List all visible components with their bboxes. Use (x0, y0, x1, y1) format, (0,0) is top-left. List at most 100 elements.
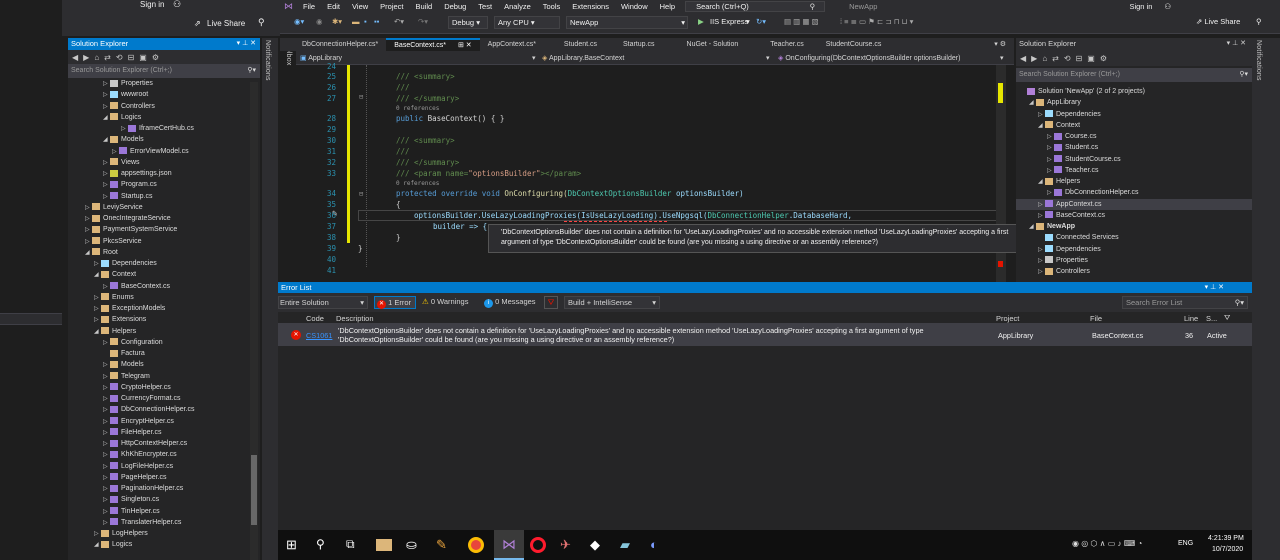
run-button[interactable]: IIS Express (710, 17, 748, 26)
left-tree-item[interactable]: ▷ ExceptionModels (68, 303, 260, 314)
show-all-icon[interactable]: ▣ (1087, 54, 1095, 63)
right-tree-item[interactable]: ▷ BaseContext.cs (1016, 210, 1252, 221)
left-tree-item[interactable]: ◢ Root (68, 247, 260, 258)
collapse-icon[interactable]: ⊟ (128, 53, 135, 62)
new-item-icon[interactable]: ✱▾ (332, 17, 342, 26)
history-icon[interactable]: ⟲ (116, 53, 123, 62)
nav-project-dropdown-icon[interactable]: ▾ (532, 54, 536, 62)
expanded-arrow-icon[interactable]: ◢ (94, 540, 101, 551)
right-tree-item[interactable]: ▷ Course.cs (1016, 131, 1252, 142)
app-icon[interactable]: ✈ (560, 537, 576, 553)
run-icon[interactable]: ▶ (698, 17, 704, 26)
left-tree-item[interactable]: ▷ Configuration (68, 337, 260, 348)
live-share-icon[interactable]: ⇗ (194, 19, 201, 28)
left-tree-item[interactable]: ▷ ErrorViewModel.cs (68, 146, 260, 157)
left-tree-item[interactable]: ◢ Context (68, 269, 260, 280)
right-tree-item[interactable]: ▷ Controllers (1016, 266, 1252, 277)
menu-test[interactable]: Test (472, 2, 498, 11)
refresh-icon[interactable]: ↻▾ (756, 17, 766, 26)
right-tree-item[interactable]: ◢ NewApp (1016, 221, 1252, 232)
left-tree-item[interactable]: ▷ Singleton.cs (68, 494, 260, 505)
pin-icon[interactable]: ⊞ (458, 42, 464, 49)
left-tree-item[interactable]: ▷ Models (68, 359, 260, 370)
left-tree-item[interactable]: ▷ TranslaterHelper.cs (68, 517, 260, 528)
column-filter-icon[interactable]: ⛛ (1224, 313, 1230, 323)
person-icon[interactable]: ⚇ (173, 0, 181, 10)
tab-nuget[interactable]: NuGet - Solution (663, 38, 747, 51)
toolbar-extra-icons[interactable]: ▤ ▥ ▦ ▧ (784, 17, 819, 26)
col-state[interactable]: S... (1206, 314, 1217, 323)
left-tree-item[interactable]: ▷ CryptoHelper.cs (68, 382, 260, 393)
tray-icons[interactable]: ◉ ◎ ⬡ ∧ ▭ ♪ ⌨ ◔ (1072, 539, 1142, 548)
collapse-icon[interactable]: ⊟ (1076, 54, 1083, 63)
left-tree-item[interactable]: ▷ HttpContextHelper.cs (68, 438, 260, 449)
messages-filter-button[interactable]: i 0 Messages (484, 296, 536, 309)
menu-edit[interactable]: Edit (321, 2, 346, 11)
clock-date[interactable]: 10/7/2020 (1212, 546, 1243, 553)
left-tree-item[interactable]: Factura (68, 348, 260, 359)
left-tree-item[interactable]: ▷ PaymentSystemService (68, 224, 260, 235)
inkscape-icon[interactable]: ◆ (590, 537, 606, 553)
tab-appcontext[interactable]: AppContext.cs* (480, 38, 544, 51)
forward-icon[interactable]: ▶ (1031, 54, 1037, 63)
menu-help[interactable]: Help (654, 2, 681, 11)
config-select[interactable]: Debug ▾ (448, 16, 488, 29)
back-nav-icon[interactable]: ◉▾ (294, 17, 304, 26)
col-project[interactable]: Project (996, 314, 1019, 323)
build-filter-select[interactable]: Build + IntelliSense ▾ (564, 296, 660, 309)
panel-controls-icon[interactable]: ▾ ⊥ ✕ (1205, 282, 1224, 293)
col-description[interactable]: Description (336, 314, 374, 323)
right-tree-item[interactable]: ▷ StudentCourse.cs (1016, 154, 1252, 165)
collapse-toggle-icon[interactable]: ⊟ (359, 190, 363, 198)
right-tree-item[interactable]: ▷ AppContext.cs (1016, 198, 1252, 210)
save-all-icon[interactable]: ▪▪ (374, 17, 379, 26)
opera-icon[interactable] (530, 537, 546, 553)
discord-icon[interactable]: ◐ (650, 537, 666, 553)
right-tree-item[interactable]: ◢ Helpers (1016, 176, 1252, 187)
collapse-toggle-icon[interactable]: ⊟ (359, 93, 363, 101)
undo-icon[interactable]: ↶▾ (394, 17, 404, 26)
left-tree-item[interactable]: ▷ Startup.cs (68, 191, 260, 202)
nav-member-select[interactable]: ◈ OnConfiguring(DbContextOptionsBuilder … (778, 54, 960, 62)
warnings-filter-button[interactable]: ⚠ 0 Warnings (422, 296, 468, 309)
references-codelens[interactable]: 0 references (396, 180, 439, 187)
left-tree-item[interactable]: ▷ KhKhEncrypter.cs (68, 449, 260, 460)
menu-view[interactable]: View (346, 2, 374, 11)
search-input-left[interactable]: Search Solution Explorer (Ctrl+;) ⚲▾ (68, 64, 260, 78)
home-icon[interactable]: ⌂ (1042, 54, 1047, 63)
left-tree-item[interactable]: ▷ wwwroot (68, 89, 260, 100)
history-icon[interactable]: ⟲ (1064, 54, 1071, 63)
left-tree-item[interactable]: ▷ Enums (68, 292, 260, 303)
scrollbar-left[interactable] (250, 82, 258, 560)
scroll-thumb[interactable] (251, 455, 257, 525)
error-search-input[interactable]: Search Error List ⚲▾ (1122, 296, 1248, 309)
nav-project-select[interactable]: ▣ AppLibrary (300, 54, 342, 62)
save-icon[interactable]: ▪ (364, 17, 367, 26)
left-tree-item[interactable]: ▷ BaseContext.cs (68, 281, 260, 292)
left-tree-item[interactable]: ▷ PkcsService (68, 236, 260, 247)
panel-controls-icon[interactable]: ▾ ⊥ ✕ (1227, 38, 1246, 50)
errors-filter-button[interactable]: ✕ 1 Error (374, 296, 416, 309)
left-tree-item[interactable]: ▷ IframeCertHub.cs (68, 123, 260, 134)
menu-window[interactable]: Window (615, 2, 654, 11)
left-tree-item[interactable]: ▷ LogHelpers (68, 528, 260, 539)
platform-select[interactable]: Any CPU ▾ (494, 16, 560, 29)
tab-studentcourse[interactable]: StudentCourse.cs (812, 38, 890, 51)
close-icon[interactable]: ✕ (466, 42, 472, 49)
left-tree-item[interactable]: ◢ Logics (68, 112, 260, 123)
redo-icon[interactable]: ↷▾ (418, 17, 428, 26)
right-tree-item[interactable]: ◢ AppLibrary (1016, 97, 1252, 108)
forward-icon[interactable]: ▶ (83, 53, 89, 62)
left-tree-item[interactable]: ▷ CurrencyFormat.cs (68, 393, 260, 404)
notes-icon[interactable]: ▰ (620, 537, 636, 553)
left-tree-item[interactable]: ▷ DbConnectionHelper.cs (68, 404, 260, 415)
sign-in-link-right[interactable]: Sign in (1123, 2, 1158, 11)
person-icon[interactable]: ⚇ (1158, 2, 1177, 11)
col-file[interactable]: File (1090, 314, 1102, 323)
language-indicator[interactable]: ENG (1178, 540, 1193, 547)
right-tree-item[interactable]: ▷ Dependencies (1016, 244, 1252, 255)
nav-class-dropdown-icon[interactable]: ▾ (766, 54, 770, 62)
right-tree-item[interactable]: ▷ Teacher.cs (1016, 165, 1252, 176)
left-tree-item[interactable]: ▷ Dependencies (68, 258, 260, 269)
left-tree-item[interactable]: ▷ Extensions (68, 314, 260, 325)
